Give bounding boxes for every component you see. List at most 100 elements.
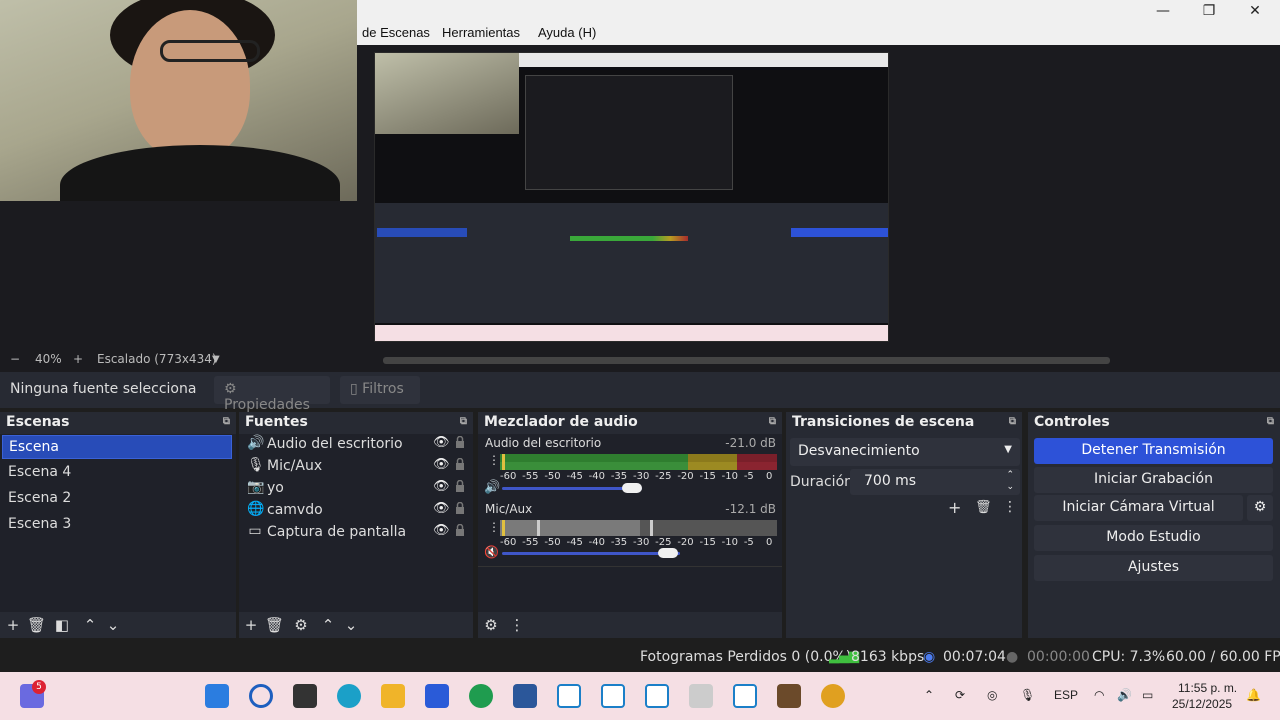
move-down-icon[interactable]: ⌄ [104, 616, 122, 634]
remove-scene-icon[interactable]: 🗑 [27, 616, 46, 634]
battery-icon[interactable]: ▭ [1142, 688, 1153, 702]
chevron-up-icon[interactable]: ⌃ [924, 688, 934, 702]
scene-item-escena-2[interactable]: Escena 2 [2, 487, 232, 511]
virtual-camera-gear-icon[interactable]: ⚙ [1247, 495, 1273, 521]
visibility-eye-icon[interactable]: 👁 [433, 457, 450, 472]
move-up-icon[interactable]: ⌃ [319, 616, 337, 634]
start-recording-button[interactable]: Iniciar Grabación [1034, 467, 1273, 493]
close-button[interactable]: ✕ [1232, 0, 1278, 23]
windows-start-icon[interactable] [205, 684, 229, 708]
word-icon[interactable] [513, 684, 537, 708]
properties-button[interactable]: ⚙ Propiedades [214, 376, 330, 413]
volume-slider-knob[interactable] [622, 483, 642, 493]
volume-slider-knob[interactable] [658, 548, 678, 558]
camera-icon: 📷 [247, 479, 265, 495]
undock-icon[interactable]: ⧉ [1267, 416, 1274, 427]
remove-source-icon[interactable]: 🗑 [265, 616, 284, 634]
transition-select[interactable]: Desvanecimiento ▼ [790, 438, 1020, 466]
add-source-icon[interactable]: + [242, 616, 260, 634]
scenes-header: Escenas ⧉ [0, 412, 236, 432]
source-item[interactable]: ▭ Captura de pantalla 👁 [245, 522, 471, 544]
task-view-icon[interactable] [293, 684, 317, 708]
volume-icon[interactable]: 🔊 [1117, 688, 1132, 702]
obs-active-window-icon[interactable] [733, 684, 757, 708]
maximize-button[interactable]: ❐ [1186, 0, 1232, 23]
app-window-icon[interactable] [645, 684, 669, 708]
visibility-eye-icon[interactable]: 👁 [433, 479, 450, 494]
lock-icon[interactable] [455, 502, 465, 514]
edge-browser-icon[interactable] [337, 684, 361, 708]
undock-icon[interactable]: ⧉ [769, 416, 776, 427]
undock-icon[interactable]: ⧉ [1009, 416, 1016, 427]
settings-button[interactable]: Ajustes [1034, 555, 1273, 581]
lock-icon[interactable] [455, 436, 465, 448]
network-tray-icon[interactable]: ◎ [987, 688, 997, 702]
properties-label: Propiedades [224, 397, 310, 413]
volume-slider-track[interactable] [502, 487, 642, 490]
clock-date[interactable]: 25/12/2025 [1172, 697, 1232, 711]
volume-slider-track[interactable] [502, 552, 680, 555]
wifi-icon[interactable]: ◠ [1094, 688, 1104, 702]
mixer-menu-icon[interactable]: ⋮ [508, 616, 526, 634]
scene-item-escena[interactable]: Escena [2, 435, 232, 459]
mixer-settings-gear-icon[interactable]: ⚙ [482, 616, 500, 634]
move-up-icon[interactable]: ⌃ [81, 616, 99, 634]
source-item[interactable]: 🎙 Mic/Aux 👁 [245, 456, 471, 478]
language-indicator[interactable]: ESP [1054, 688, 1078, 702]
visibility-eye-icon[interactable]: 👁 [433, 523, 450, 538]
source-item[interactable]: 📷 yo 👁 [245, 478, 471, 500]
notifications-icon[interactable]: 🔔 [1246, 688, 1261, 702]
scene-item-escena-4[interactable]: Escena 4 [2, 461, 232, 485]
filters-button[interactable]: ▯ Filtros [340, 376, 420, 404]
source-properties-gear-icon[interactable]: ⚙ [292, 616, 310, 634]
meter-scale-tick: -5 [743, 471, 754, 482]
undock-icon[interactable]: ⧉ [223, 416, 230, 427]
zoom-in-button[interactable]: + [73, 352, 83, 366]
chrome-icon[interactable] [821, 684, 845, 708]
store-icon[interactable] [425, 684, 449, 708]
app-window-icon[interactable] [689, 684, 713, 708]
visibility-eye-icon[interactable]: 👁 [433, 501, 450, 516]
menu-help[interactable]: Ayuda (H) [538, 25, 596, 40]
scene-filters-icon[interactable]: ◧ [53, 616, 71, 634]
whatsapp-icon[interactable] [469, 684, 493, 708]
studio-mode-button[interactable]: Modo Estudio [1034, 525, 1273, 551]
minecraft-icon[interactable] [777, 684, 801, 708]
clock-time[interactable]: 11:55 p. m. [1178, 681, 1237, 695]
source-item[interactable]: 🔊 Audio del escritorio 👁 [245, 434, 471, 456]
menu-tools[interactable]: Herramientas [442, 25, 520, 40]
speaker-mute-icon[interactable]: 🔊 [484, 480, 500, 495]
app-window-icon[interactable] [557, 684, 581, 708]
lock-icon[interactable] [455, 480, 465, 492]
stop-stream-button[interactable]: Detener Transmisión [1034, 438, 1273, 464]
remove-transition-icon[interactable]: 🗑 [975, 500, 992, 515]
mic-muted-icon[interactable]: 🔇 [484, 545, 499, 559]
channel-db: -21.0 dB [725, 436, 776, 450]
duration-input[interactable]: 700 ms ⌃ ⌄ [850, 469, 1020, 495]
lock-icon[interactable] [455, 458, 465, 470]
search-icon[interactable] [249, 684, 273, 708]
preview-scrollbar[interactable] [383, 357, 1110, 364]
start-virtual-camera-button[interactable]: Iniciar Cámara Virtual [1034, 495, 1243, 521]
microphone-tray-icon[interactable]: 🎙 [1020, 688, 1035, 702]
visibility-eye-icon[interactable]: 👁 [433, 435, 450, 450]
file-explorer-icon[interactable] [381, 684, 405, 708]
zoom-out-button[interactable]: − [10, 352, 20, 366]
source-item[interactable]: 🌐 camvdo 👁 [245, 500, 471, 522]
lock-icon[interactable] [455, 524, 465, 536]
channel-menu-icon[interactable]: ⋮ [488, 520, 500, 534]
app-window-icon[interactable] [601, 684, 625, 708]
sync-icon[interactable]: ⟳ [955, 688, 965, 702]
transition-menu-icon[interactable]: ⋮ [1003, 499, 1017, 515]
move-down-icon[interactable]: ⌄ [342, 616, 360, 634]
stepper-arrows-icon[interactable]: ⌃ ⌄ [1006, 469, 1014, 493]
menu-scene-collection[interactable]: de Escenas [362, 25, 430, 40]
minimize-button[interactable]: — [1140, 0, 1186, 23]
preview-canvas[interactable] [374, 52, 889, 342]
undock-icon[interactable]: ⧉ [460, 416, 467, 427]
add-transition-icon[interactable]: + [948, 498, 961, 517]
scaling-dropdown-icon[interactable]: ▼ [212, 354, 220, 365]
channel-menu-icon[interactable]: ⋮ [488, 453, 500, 467]
scene-item-escena-3[interactable]: Escena 3 [2, 513, 232, 537]
add-scene-icon[interactable]: + [4, 616, 22, 634]
